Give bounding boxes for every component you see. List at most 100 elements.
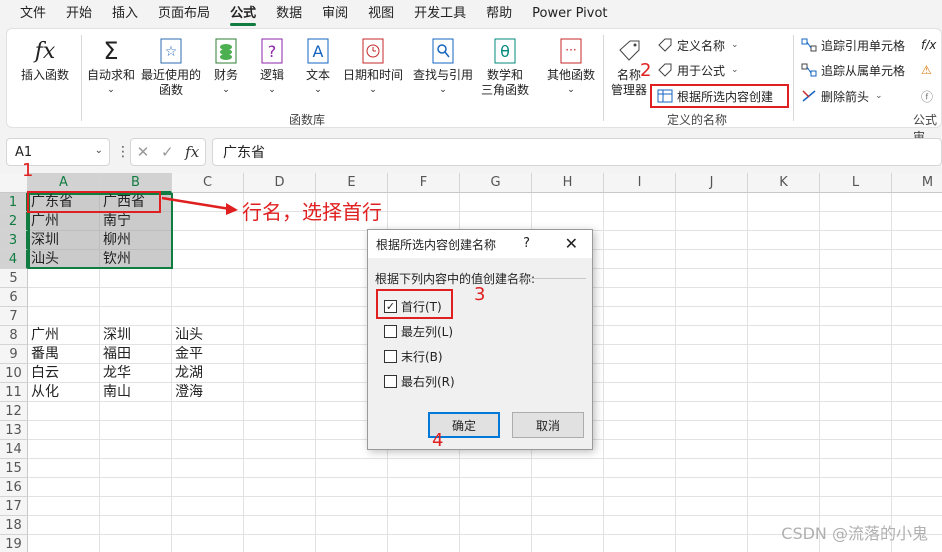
- row-header[interactable]: 8: [0, 326, 28, 345]
- cancel-button[interactable]: 取消: [512, 412, 584, 438]
- formula-tag-icon: [657, 62, 673, 78]
- menu-power-pivot[interactable]: Power Pivot: [522, 0, 617, 28]
- insert-function-button[interactable]: fx 插入函数: [21, 37, 69, 83]
- formula-input[interactable]: 广东省: [212, 138, 942, 166]
- row-header[interactable]: 18: [0, 516, 28, 535]
- column-header[interactable]: B: [100, 173, 172, 193]
- more-functions-button[interactable]: ··· 其他函数 ⌄: [547, 37, 595, 98]
- cell-b3[interactable]: 柳州: [100, 231, 131, 250]
- cell-c8[interactable]: 汕头: [172, 326, 203, 345]
- row-header[interactable]: 13: [0, 421, 28, 440]
- row-header[interactable]: 17: [0, 497, 28, 516]
- recent-functions-button[interactable]: ☆ 最近使用的 函数: [141, 37, 201, 98]
- logical-label: 逻辑: [259, 68, 284, 82]
- cell-c9[interactable]: 金平: [172, 345, 203, 364]
- cell-b4[interactable]: 钦州: [100, 250, 131, 269]
- checkbox-right-column[interactable]: 最右列(R): [384, 373, 455, 390]
- row-header[interactable]: 4: [0, 250, 28, 269]
- row-header[interactable]: 19: [0, 535, 28, 552]
- trace-dependents-button[interactable]: 追踪从属单元格: [801, 60, 905, 80]
- menu-formulas[interactable]: 公式: [220, 0, 266, 28]
- cell-a9[interactable]: 番禺: [28, 345, 59, 364]
- text-button[interactable]: A 文本 ⌄: [305, 37, 331, 98]
- column-header[interactable]: H: [532, 173, 604, 193]
- checkbox-unchecked-icon[interactable]: [384, 350, 397, 363]
- cell-a2[interactable]: 广州: [28, 212, 59, 231]
- column-header[interactable]: I: [604, 173, 676, 193]
- row-header[interactable]: 12: [0, 402, 28, 421]
- column-header[interactable]: E: [316, 173, 388, 193]
- cell-a11[interactable]: 从化: [28, 383, 59, 402]
- row-header[interactable]: 1: [0, 193, 28, 212]
- row-header[interactable]: 3: [0, 231, 28, 250]
- column-header[interactable]: J: [676, 173, 748, 193]
- datetime-button[interactable]: 日期和时间 ⌄: [343, 37, 403, 98]
- evaluate-formula-icon[interactable]: ⓕ: [921, 86, 933, 106]
- column-header[interactable]: A: [28, 173, 100, 193]
- column-header[interactable]: F: [388, 173, 460, 193]
- ribbon-separator: [793, 35, 794, 121]
- cell-c11[interactable]: 澄海: [172, 383, 203, 402]
- error-check-icon[interactable]: ⚠: [921, 60, 932, 80]
- cell-b9[interactable]: 福田: [100, 345, 131, 364]
- gridline: [675, 193, 676, 552]
- cell-b11[interactable]: 南山: [100, 383, 131, 402]
- menu-file[interactable]: 文件: [10, 0, 56, 28]
- checkbox-unchecked-icon[interactable]: [384, 375, 397, 388]
- menu-review[interactable]: 审阅: [312, 0, 358, 28]
- cell-a4[interactable]: 汕头: [28, 250, 59, 269]
- show-formulas-icon[interactable]: f/x: [921, 35, 936, 55]
- help-icon[interactable]: ?: [523, 236, 530, 251]
- chevron-down-icon[interactable]: ⌄: [95, 145, 103, 156]
- row-header[interactable]: 2: [0, 212, 28, 231]
- autosum-button[interactable]: Σ 自动求和 ⌄: [87, 37, 135, 98]
- row-header[interactable]: 9: [0, 345, 28, 364]
- row-header[interactable]: 10: [0, 364, 28, 383]
- math-trig-button[interactable]: θ 数学和 三角函数: [481, 37, 529, 98]
- cell-c10[interactable]: 龙湖: [172, 364, 203, 383]
- gridline: [28, 496, 942, 497]
- row-header[interactable]: 6: [0, 288, 28, 307]
- column-header[interactable]: G: [460, 173, 532, 193]
- checkbox-left-column[interactable]: 最左列(L): [384, 323, 453, 340]
- use-in-formula-button[interactable]: 用于公式 ⌄: [657, 60, 739, 80]
- cell-a8[interactable]: 广州: [28, 326, 59, 345]
- financial-button[interactable]: 财务 ⌄: [213, 37, 239, 98]
- text-label: 文本: [305, 68, 330, 82]
- close-icon[interactable]: ✕: [565, 234, 578, 253]
- column-header[interactable]: M: [892, 173, 942, 193]
- checkbox-unchecked-icon[interactable]: [384, 325, 397, 338]
- column-header[interactable]: L: [820, 173, 892, 193]
- trace-precedents-button[interactable]: 追踪引用单元格: [801, 35, 905, 55]
- cell-b2[interactable]: 南宁: [100, 212, 131, 231]
- cell-a10[interactable]: 白云: [28, 364, 59, 383]
- define-name-button[interactable]: 定义名称 ⌄: [657, 35, 739, 55]
- row-header[interactable]: 15: [0, 459, 28, 478]
- logical-button[interactable]: ? 逻辑 ⌄: [259, 37, 285, 98]
- insert-function-fx-icon[interactable]: fx: [185, 143, 199, 161]
- enter-check-icon[interactable]: ✓: [161, 143, 174, 161]
- checkbox-bottom-row[interactable]: 末行(B): [384, 348, 443, 365]
- column-header[interactable]: K: [748, 173, 820, 193]
- menu-developer[interactable]: 开发工具: [404, 0, 476, 28]
- cell-a3[interactable]: 深圳: [28, 231, 59, 250]
- remove-arrows-button[interactable]: 删除箭头 ⌄: [801, 86, 883, 106]
- row-header[interactable]: 11: [0, 383, 28, 402]
- row-header[interactable]: 16: [0, 478, 28, 497]
- row-header[interactable]: 5: [0, 269, 28, 288]
- menu-view[interactable]: 视图: [358, 0, 404, 28]
- menu-data[interactable]: 数据: [266, 0, 312, 28]
- menu-page-layout[interactable]: 页面布局: [148, 0, 220, 28]
- cancel-icon[interactable]: ✕: [137, 143, 150, 161]
- cell-b8[interactable]: 深圳: [100, 326, 131, 345]
- formula-bar-grip-icon[interactable]: ⋮: [116, 144, 130, 160]
- column-header[interactable]: C: [172, 173, 244, 193]
- lookup-button[interactable]: 查找与引用 ⌄: [413, 37, 473, 98]
- menu-help[interactable]: 帮助: [476, 0, 522, 28]
- cell-b10[interactable]: 龙华: [100, 364, 131, 383]
- menu-insert[interactable]: 插入: [102, 0, 148, 28]
- menu-home[interactable]: 开始: [56, 0, 102, 28]
- row-header[interactable]: 7: [0, 307, 28, 326]
- column-header[interactable]: D: [244, 173, 316, 193]
- row-header[interactable]: 14: [0, 440, 28, 459]
